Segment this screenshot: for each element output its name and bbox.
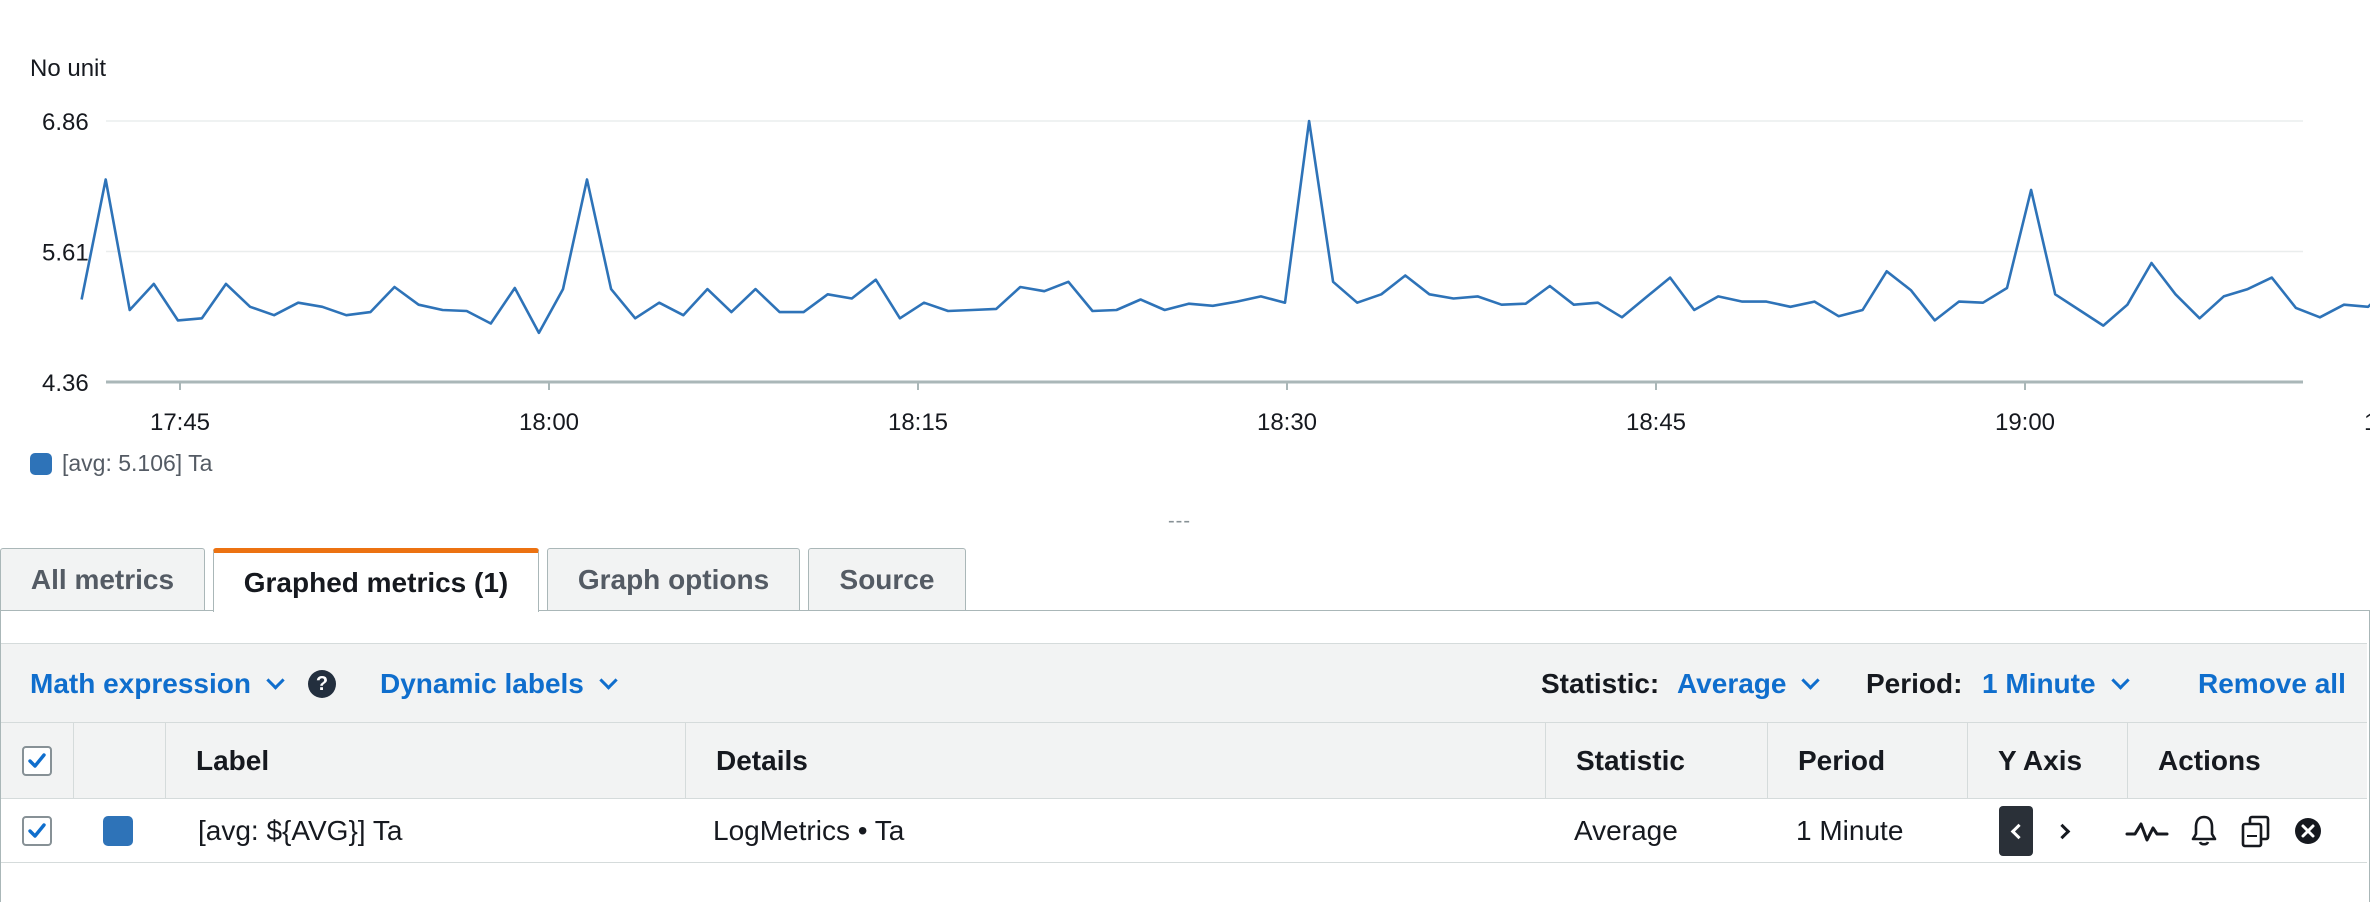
bell-icon[interactable] bbox=[2189, 814, 2219, 848]
chevron-down-icon bbox=[266, 670, 285, 690]
y-axis-column-header[interactable]: Y Axis bbox=[1967, 723, 2127, 799]
period-dropdown[interactable]: 1 Minute bbox=[1982, 644, 2130, 724]
x-tick-label: 19:00 bbox=[1995, 409, 2055, 436]
y-tick-label: 5.61 bbox=[42, 240, 89, 267]
statistic-value: Average bbox=[1677, 668, 1787, 699]
graphed-metrics-toolbar: Math expression ? Dynamic labels Statist… bbox=[1, 643, 2367, 723]
x-tick-label: 18:00 bbox=[519, 409, 579, 436]
remove-all-button[interactable]: Remove all bbox=[2198, 644, 2346, 724]
chevron-right-icon bbox=[2054, 823, 2070, 839]
table-row: [avg: ${AVG}] Ta LogMetrics • Ta Average… bbox=[1, 799, 2367, 863]
y-axis-toggle bbox=[1999, 806, 2081, 856]
chart-grid bbox=[106, 120, 2303, 384]
period-label: Period: bbox=[1866, 668, 1963, 699]
math-expression-label: Math expression bbox=[30, 668, 251, 699]
dynamic-labels-label: Dynamic labels bbox=[380, 668, 584, 699]
tab-graph-options[interactable]: Graph options bbox=[547, 548, 800, 610]
x-tick-label: 17:45 bbox=[150, 409, 210, 436]
row-y-axis-cell bbox=[1999, 799, 2081, 863]
x-axis-ticks: 17:4518:0018:1518:3018:4519:0019:1519:30… bbox=[150, 382, 2370, 436]
statistic-dropdown[interactable]: Average bbox=[1677, 644, 1821, 724]
select-all-checkbox[interactable] bbox=[22, 746, 52, 776]
y-axis-left-button[interactable] bbox=[1999, 806, 2033, 856]
period-column-header[interactable]: Period bbox=[1767, 723, 1967, 799]
graphed-metrics-table: Label Details Statistic Period Y Axis Ac… bbox=[1, 723, 2367, 863]
y-unit-label: No unit bbox=[30, 55, 106, 82]
y-tick-label: 4.36 bbox=[42, 370, 89, 397]
row-label[interactable]: [avg: ${AVG}] Ta bbox=[198, 799, 402, 863]
x-tick-label: 18:15 bbox=[888, 409, 948, 436]
row-color-cell bbox=[103, 799, 133, 863]
legend-color-swatch bbox=[30, 452, 52, 475]
chart-legend[interactable]: [avg: 5.106] Ta bbox=[30, 450, 212, 477]
row-period[interactable]: 1 Minute bbox=[1796, 799, 1903, 863]
label-column-header[interactable]: Label bbox=[165, 723, 685, 799]
select-all-cell bbox=[1, 723, 73, 799]
row-actions bbox=[2125, 814, 2323, 848]
dynamic-labels-dropdown[interactable]: Dynamic labels bbox=[380, 644, 618, 724]
remove-all-label: Remove all bbox=[2198, 668, 2346, 699]
copy-icon[interactable] bbox=[2239, 814, 2273, 848]
chevron-down-icon bbox=[1801, 670, 1821, 690]
row-actions-cell bbox=[2125, 799, 2323, 863]
close-circle-icon[interactable] bbox=[2293, 816, 2323, 846]
metrics-tabs: All metrics Graphed metrics (1) Graph op… bbox=[0, 548, 2370, 612]
statistic-label: Statistic: bbox=[1541, 668, 1660, 699]
period-value: 1 Minute bbox=[1982, 668, 2096, 699]
chevron-down-icon bbox=[2110, 670, 2130, 690]
table-header: Label Details Statistic Period Y Axis Ac… bbox=[1, 723, 2367, 799]
metric-line-chart: No unit 4.36 5.61 6.86 17:45 18:00 18:15 18:3… bbox=[30, 55, 2370, 436]
row-select-cell bbox=[1, 799, 73, 863]
x-tick-label: 18:30 bbox=[1257, 409, 1317, 436]
help-button[interactable]: ? bbox=[308, 644, 336, 724]
checkmark-icon bbox=[28, 823, 46, 838]
y-axis-right-button[interactable] bbox=[2047, 806, 2081, 856]
question-circle-icon: ? bbox=[308, 670, 336, 698]
checkmark-icon bbox=[28, 753, 46, 768]
legend-label: [avg: 5.106] Ta bbox=[62, 450, 213, 476]
y-tick-label: 6.86 bbox=[42, 109, 89, 136]
chevron-left-icon bbox=[2010, 823, 2026, 839]
tab-source[interactable]: Source bbox=[808, 548, 966, 610]
x-tick-label: 19:15 bbox=[2364, 409, 2370, 436]
resize-handle[interactable]: --- bbox=[1168, 510, 1191, 533]
x-tick-label: 18:45 bbox=[1626, 409, 1686, 436]
details-column-header[interactable]: Details bbox=[685, 723, 1545, 799]
trend-icon[interactable] bbox=[2125, 816, 2169, 846]
math-expression-dropdown[interactable]: Math expression bbox=[30, 644, 285, 724]
chevron-down-icon bbox=[599, 670, 618, 690]
row-checkbox[interactable] bbox=[22, 816, 52, 846]
color-column-header bbox=[73, 723, 165, 799]
tab-graphed-metrics[interactable]: Graphed metrics (1) bbox=[213, 548, 539, 612]
tab-all-metrics[interactable]: All metrics bbox=[0, 548, 205, 610]
actions-column-header: Actions bbox=[2127, 723, 2367, 799]
series-color-swatch[interactable] bbox=[103, 816, 133, 846]
y-axis-ticks: 4.36 5.61 6.86 bbox=[42, 109, 89, 397]
row-details: LogMetrics • Ta bbox=[713, 815, 905, 846]
statistic-column-header[interactable]: Statistic bbox=[1545, 723, 1767, 799]
row-statistic[interactable]: Average bbox=[1574, 799, 1678, 863]
